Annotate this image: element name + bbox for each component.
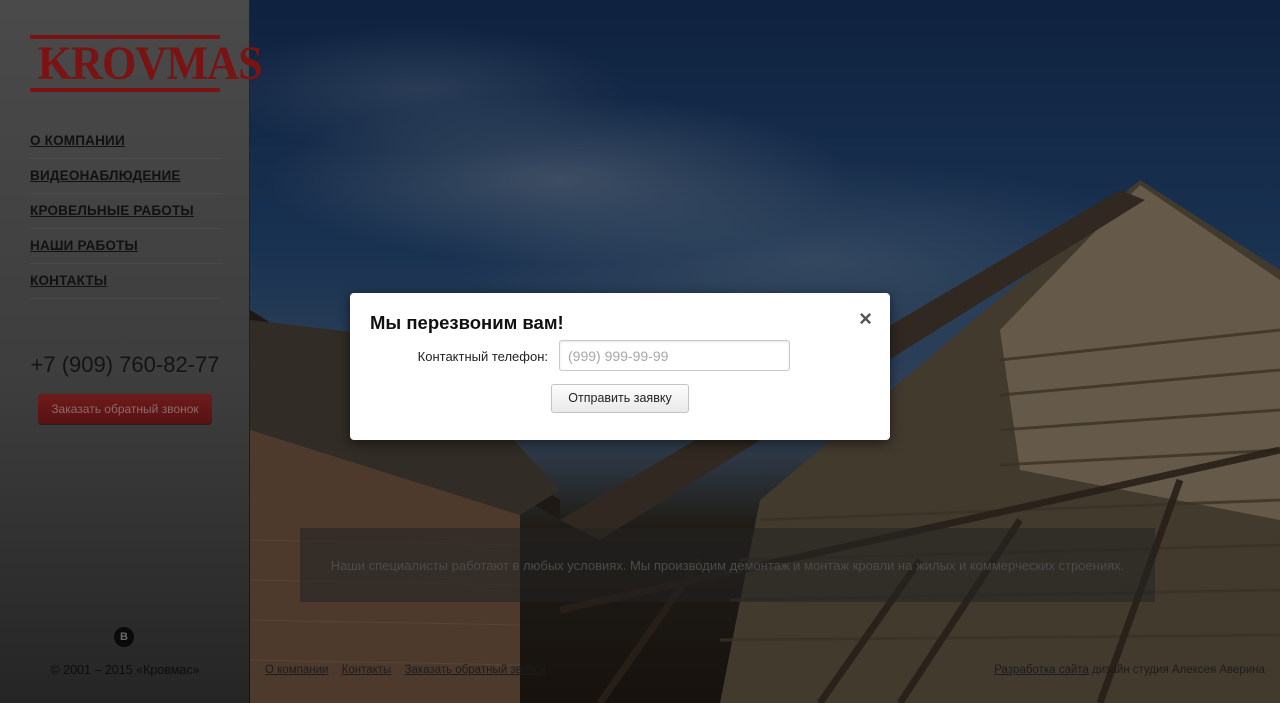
hero-text-box: Наши специалисты работают в любых услови…	[300, 528, 1155, 602]
nav-link-roofing[interactable]: КРОВЕЛЬНЫЕ РАБОТЫ	[30, 203, 194, 218]
nav-item-roofing: КРОВЕЛЬНЫЕ РАБОТЫ	[30, 194, 222, 229]
phone-field-label: Контактный телефон:	[417, 349, 548, 364]
nav-link-about[interactable]: О КОМПАНИИ	[30, 133, 125, 148]
sidebar: KROVMAS О КОМПАНИИ ВИДЕОНАБЛЮДЕНИЕ КРОВЕ…	[0, 0, 263, 703]
phone-input[interactable]	[559, 340, 790, 371]
submit-button[interactable]: Отправить заявку	[551, 384, 689, 413]
logo[interactable]: KROVMAS	[30, 35, 263, 92]
footer-credit-text: дизайн студия Алексея Аверина	[1092, 664, 1265, 676]
nav-item-works: НАШИ РАБОТЫ	[30, 229, 222, 264]
footer-credit-link[interactable]: Разработка сайта	[994, 664, 1089, 676]
logo-bottom-bar	[30, 88, 220, 92]
nav-item-video: ВИДЕОНАБЛЮДЕНИЕ	[30, 159, 222, 194]
vk-icon[interactable]: В	[114, 627, 134, 647]
sidebar-phone: +7 (909) 760-82-77	[30, 352, 220, 377]
footer-link-callback[interactable]: Заказать обратный звонок	[405, 664, 546, 676]
callback-modal: Мы перезвоним вам! × Контактный телефон:…	[350, 293, 890, 440]
nav-link-works[interactable]: НАШИ РАБОТЫ	[30, 238, 138, 253]
footer-link-contacts[interactable]: Контакты	[342, 664, 392, 676]
footer-links: О компании Контакты Заказать обратный зв…	[265, 664, 556, 676]
nav-item-about: О КОМПАНИИ	[30, 124, 222, 159]
logo-text: KROVMAS	[37, 37, 263, 90]
nav-item-contacts: КОНТАКТЫ	[30, 264, 222, 299]
hero-text: Наши специалисты работают в любых услови…	[330, 558, 1125, 573]
close-icon[interactable]: ×	[859, 308, 872, 330]
nav-link-video[interactable]: ВИДЕОНАБЛЮДЕНИЕ	[30, 168, 181, 183]
nav-link-contacts[interactable]: КОНТАКТЫ	[30, 273, 107, 288]
footer-credit: Разработка сайта дизайн студия Алексея А…	[994, 664, 1265, 676]
copyright: © 2001 – 2015 «Кровмас»	[50, 663, 200, 677]
callback-button[interactable]: Заказать обратный звонок	[38, 394, 212, 424]
modal-title: Мы перезвоним вам!	[370, 312, 564, 333]
main-nav: О КОМПАНИИ ВИДЕОНАБЛЮДЕНИЕ КРОВЕЛЬНЫЕ РА…	[30, 124, 222, 299]
footer-link-about[interactable]: О компании	[265, 664, 328, 676]
